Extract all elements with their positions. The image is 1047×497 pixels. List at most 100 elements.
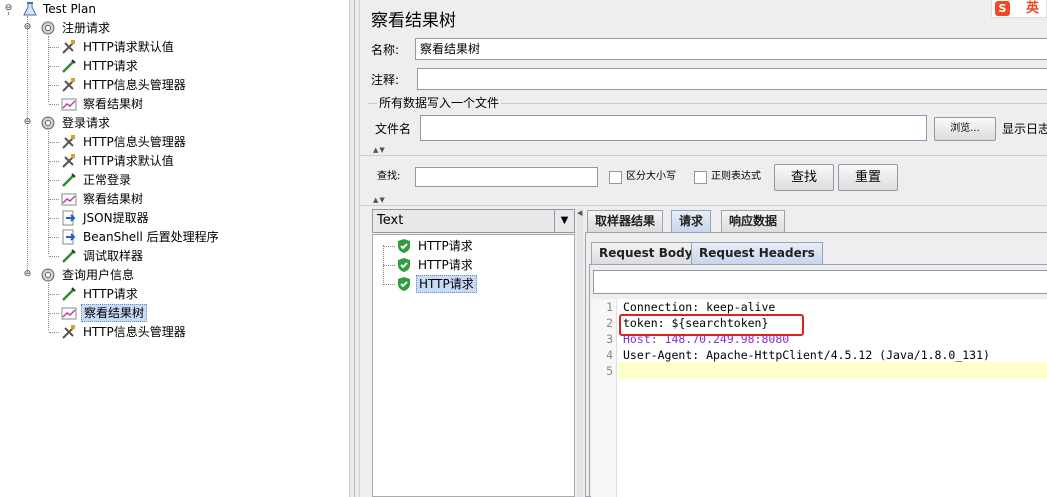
tree-label-item: BeanShell 后置处理程序 (83, 230, 219, 244)
collapse-handle-icon[interactable]: ⊖ (4, 4, 13, 13)
collapse-arrows-icon[interactable]: ▲▼ (373, 146, 386, 154)
tree-node-config[interactable]: HTTP信息头管理器 (0, 323, 240, 341)
pipette-icon (61, 248, 77, 264)
tree-node-sampler[interactable]: 调试取样器 (0, 247, 240, 265)
find-button[interactable]: 查找 (774, 164, 834, 191)
tab-request[interactable]: 请求 (671, 210, 712, 232)
chart-listener-icon (61, 191, 77, 207)
subtab-request-headers[interactable]: Request Headers (691, 242, 823, 264)
tree-splitter[interactable] (349, 0, 360, 497)
line-number: 5 (606, 364, 613, 378)
search-input[interactable] (415, 167, 598, 187)
tree-label-item: HTTP请求 (83, 287, 138, 301)
filename-field[interactable] (420, 115, 927, 141)
code-line: User-Agent: Apache-HttpClient/4.5.12 (Ja… (623, 347, 990, 363)
success-shield-icon (396, 257, 412, 273)
panel-title: 察看结果树 (371, 11, 456, 31)
code-line: Connection: keep-alive (623, 299, 775, 315)
wrench-icon (61, 153, 77, 169)
tree-node-group[interactable]: ⊖ 注册请求 (0, 19, 200, 37)
ime-mode-label: 英 (1026, 1, 1040, 16)
sample-list[interactable]: HTTP请求 HTTP请求 HTTP请求 (372, 234, 575, 497)
regex-label: 正则表达式 (711, 171, 761, 182)
dropdown-arrow-icon: ▼ (554, 210, 574, 232)
tab-response-data[interactable]: 响应数据 (721, 210, 786, 232)
line-number: 2 (606, 316, 613, 330)
name-field[interactable]: 察看结果树 (415, 38, 1047, 60)
view-results-tree-panel: 察看结果树 S 英 名称: 察看结果树 注释: 所有数据写入一个文件 文件名 浏… (360, 0, 1047, 497)
collapse-handle-icon[interactable]: ⊖ (23, 23, 32, 32)
collapse-arrows-icon[interactable]: ▲▼ (373, 196, 386, 204)
results-splitter[interactable]: ◀ (577, 209, 583, 497)
wrench-icon (61, 77, 77, 93)
case-sensitive-label: 区分大小写 (626, 171, 676, 182)
sample-item[interactable]: HTTP请求 (373, 256, 573, 274)
tree-label-group: 注册请求 (62, 21, 111, 35)
line-number: 1 (606, 300, 613, 314)
wrench-icon (61, 324, 77, 340)
expand-arrow-icon[interactable]: ◀ (577, 209, 582, 217)
pipette-icon (61, 172, 77, 188)
sample-label: HTTP请求 (418, 258, 473, 272)
tree-node-group[interactable]: ⊖ 查询用户信息 (0, 266, 200, 284)
code-line-text: Connection: keep-alive (623, 300, 776, 314)
comment-field[interactable] (417, 68, 1047, 90)
thread-group-gear-icon (40, 267, 56, 283)
line-number: 3 (606, 332, 613, 346)
headers-editor[interactable]: 1 Connection: keep-alive 2 token: ${sear… (591, 299, 1047, 497)
reset-button[interactable]: 重置 (838, 164, 898, 191)
headers-search-field[interactable] (593, 270, 1047, 294)
tree-label-group: 登录请求 (62, 116, 111, 130)
tree-label-item: 察看结果树 (83, 97, 144, 111)
tree-label-item: HTTP请求 (83, 59, 138, 73)
tab-sampler-result[interactable]: 取样器结果 (587, 210, 664, 232)
sogou-logo-icon: S (995, 1, 1010, 16)
tree-node-listener[interactable]: 察看结果树 (0, 190, 240, 208)
success-shield-icon (396, 276, 412, 292)
tree-node-extractor[interactable]: JSON提取器 (0, 209, 240, 227)
test-plan-tree[interactable]: ⊖ Test Plan ⊖ 注册请求 HTTP请求默认值 HTTP请求 HTTP… (0, 0, 349, 497)
tree-node-config[interactable]: HTTP请求默认值 (0, 152, 240, 170)
tree-node-config[interactable]: HTTP请求默认值 (0, 38, 240, 56)
divider (360, 205, 1047, 206)
renderer-value: Text (377, 213, 404, 228)
thread-group-gear-icon (40, 20, 56, 36)
collapse-handle-icon[interactable]: ⊖ (23, 118, 32, 127)
comment-label: 注释: (371, 73, 400, 87)
pipette-icon (61, 286, 77, 302)
tree-label-root: Test Plan (43, 2, 96, 16)
file-section-title: 所有数据写入一个文件 (377, 96, 502, 110)
tree-node-extractor[interactable]: BeanShell 后置处理程序 (0, 228, 260, 246)
subtab-request-body[interactable]: Request Body (591, 242, 701, 264)
regex-checkbox[interactable] (694, 171, 707, 184)
tree-node-config[interactable]: HTTP信息头管理器 (0, 76, 240, 94)
code-line-text: User-Agent: Apache-HttpClient/4.5.12 (Ja… (623, 348, 990, 362)
sample-label: HTTP请求 (416, 275, 477, 293)
tree-label-item: 正常登录 (83, 173, 132, 187)
sample-item[interactable]: HTTP请求 (373, 237, 573, 255)
case-sensitive-checkbox[interactable] (609, 171, 622, 184)
display-log-label: 显示日志 (1002, 122, 1047, 136)
tree-node-listener-selected[interactable]: 察看结果树 (0, 304, 240, 322)
sample-item-selected[interactable]: HTTP请求 (373, 275, 573, 293)
tree-label-item: 察看结果树 (83, 192, 144, 206)
tree-label-item: 察看结果树 (81, 304, 148, 322)
tree-node-listener[interactable]: 察看结果树 (0, 95, 240, 113)
renderer-combo[interactable]: Text ▼ (372, 209, 575, 233)
collapse-handle-icon[interactable]: ⊖ (23, 270, 32, 279)
tree-label-item: HTTP请求默认值 (83, 154, 174, 168)
tree-label-item: 调试取样器 (83, 249, 144, 263)
tree-label-group: 查询用户信息 (62, 268, 135, 282)
tree-node-sampler[interactable]: HTTP请求 (0, 57, 240, 75)
test-plan-flask-icon (22, 1, 38, 17)
search-label: 查找: (377, 171, 401, 182)
tree-node-sampler[interactable]: HTTP请求 (0, 285, 240, 303)
browse-button[interactable]: 浏览... (934, 117, 996, 141)
tree-node-root[interactable]: ⊖ Test Plan (0, 0, 200, 18)
tree-node-sampler[interactable]: 正常登录 (0, 171, 240, 189)
tree-node-group[interactable]: ⊖ 登录请求 (0, 114, 200, 132)
annotation-highlight-box (619, 314, 804, 336)
tree-node-config[interactable]: HTTP信息头管理器 (0, 133, 240, 151)
tree-label-item: HTTP信息头管理器 (83, 135, 186, 149)
filename-label: 文件名 (375, 122, 412, 136)
